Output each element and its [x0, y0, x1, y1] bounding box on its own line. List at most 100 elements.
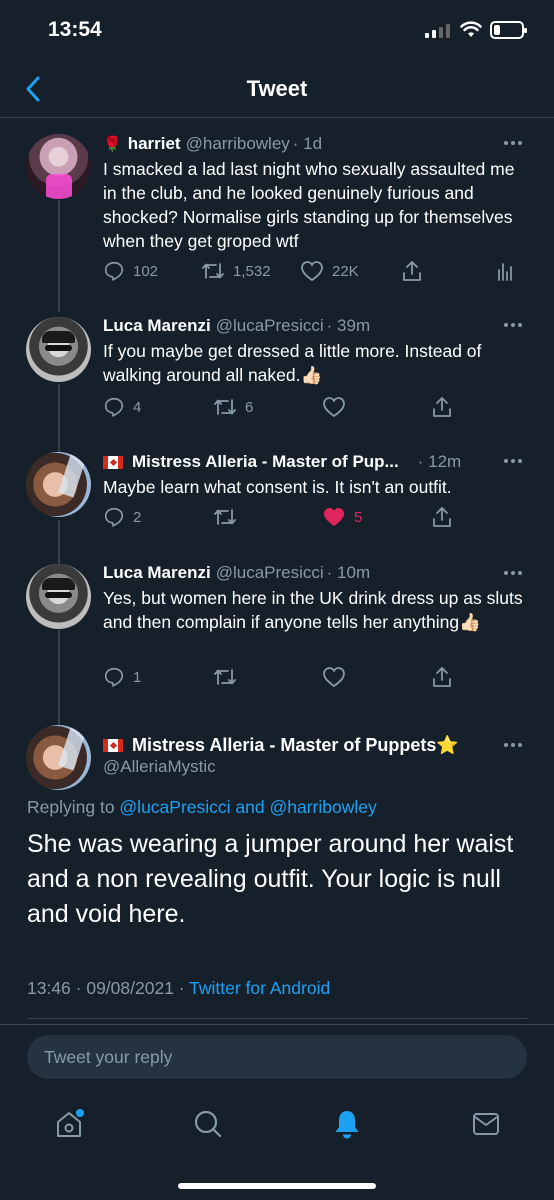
more-options-button[interactable]	[504, 740, 524, 750]
notifications-icon	[335, 1111, 359, 1139]
more-options-button[interactable]	[504, 568, 524, 578]
battery-icon	[490, 21, 527, 39]
like-button[interactable]: 5	[322, 506, 362, 528]
share-button[interactable]	[401, 260, 423, 282]
author-name[interactable]: Luca Marenzi	[103, 316, 211, 336]
tweet-text: Maybe learn what consent is. It isn't an…	[103, 477, 452, 497]
tweet-time: · 1d	[292, 134, 323, 153]
share-button[interactable]	[431, 506, 453, 528]
replying-and: and	[230, 797, 270, 817]
analytics-icon	[498, 263, 512, 281]
tweet-client-link[interactable]: Twitter for Android	[189, 978, 330, 998]
reply-count: 2	[133, 508, 142, 526]
reply-icon	[104, 667, 124, 687]
tweet-text: Yes, but women here in the UK drink dres…	[103, 588, 523, 632]
tweet-time: · 39m	[326, 316, 371, 335]
author-handle[interactable]: @AlleriaMystic	[103, 757, 216, 777]
status-bar: 13:54	[0, 0, 554, 62]
like-count: 5	[354, 508, 363, 526]
author-name[interactable]: harriet	[128, 134, 181, 154]
author-name[interactable]: Mistress Alleria - Master of Puppets⭐	[132, 735, 459, 756]
mention-harriet[interactable]: @harribowley	[270, 797, 377, 817]
tweet-text: If you maybe get dressed a little more. …	[103, 341, 482, 385]
wifi-icon	[460, 21, 482, 37]
home-indicator	[178, 1183, 376, 1189]
share-button[interactable]	[431, 396, 453, 418]
author-name[interactable]: Luca Marenzi	[103, 563, 211, 583]
retweet-count: 1,532	[233, 262, 271, 280]
tweet-timestamp: 13:46 · 09/08/2021 ·	[27, 978, 190, 998]
reply-count: 1	[133, 668, 142, 686]
reply-composer	[0, 1024, 554, 1090]
avatar[interactable]	[26, 725, 91, 790]
author-name[interactable]: Mistress Alleria - Master of Pup...	[132, 452, 399, 472]
tweet-text: I smacked a lad last night who sexually …	[103, 159, 515, 251]
heart-filled-icon	[324, 508, 344, 526]
rose-emoji: 🌹	[103, 136, 122, 153]
retweet-button[interactable]	[213, 506, 237, 528]
avatar[interactable]	[26, 317, 91, 382]
heart-icon	[323, 397, 345, 418]
reply-button[interactable]: 4	[103, 396, 141, 418]
focus-tweet-text: She was wearing a jumper around her wais…	[27, 830, 514, 928]
share-icon	[433, 667, 451, 687]
thread-line	[58, 630, 60, 726]
canada-flag-icon	[103, 738, 123, 752]
heart-icon	[301, 261, 323, 282]
avatar[interactable]	[26, 134, 91, 199]
retweet-icon	[214, 669, 236, 685]
retweet-icon	[214, 399, 236, 415]
thread-line	[58, 200, 60, 312]
reply-button[interactable]: 102	[103, 260, 158, 282]
canada-flag-icon	[103, 455, 123, 469]
reply-count: 102	[133, 262, 159, 280]
tab-home[interactable]	[49, 1104, 89, 1144]
divider	[27, 1018, 527, 1019]
replying-prefix: Replying to	[27, 797, 120, 817]
share-icon	[403, 261, 421, 281]
avatar[interactable]	[26, 564, 91, 629]
author-handle[interactable]: @harribowley	[186, 134, 290, 154]
like-button[interactable]: 22K	[300, 260, 359, 282]
tweet-meta: 13:46 · 09/08/2021 · Twitter for Android	[27, 978, 330, 999]
tab-search[interactable]	[188, 1104, 228, 1144]
more-options-button[interactable]	[504, 138, 524, 148]
like-button[interactable]	[322, 666, 346, 688]
reply-icon	[104, 261, 124, 281]
search-icon	[194, 1110, 222, 1138]
analytics-button[interactable]	[497, 260, 513, 282]
thread-line	[58, 520, 60, 564]
retweet-count: 6	[245, 398, 254, 416]
reply-button[interactable]: 1	[103, 666, 141, 688]
header: Tweet	[0, 62, 554, 118]
share-icon	[433, 397, 451, 417]
avatar[interactable]	[26, 452, 91, 517]
reply-icon	[104, 397, 124, 417]
tab-messages[interactable]	[466, 1104, 506, 1144]
share-button[interactable]	[431, 666, 453, 688]
messages-icon	[473, 1113, 499, 1135]
retweet-button[interactable]: 6	[213, 396, 253, 418]
like-count: 22K	[332, 262, 359, 280]
heart-icon	[323, 667, 345, 688]
more-options-button[interactable]	[504, 320, 524, 330]
signal-icon	[425, 22, 450, 38]
home-icon	[57, 1109, 84, 1137]
author-handle[interactable]: @lucaPresicci	[216, 316, 324, 336]
reply-input[interactable]	[27, 1035, 527, 1079]
more-options-button[interactable]	[504, 456, 524, 466]
tweet-time: · 12m	[417, 452, 462, 471]
author-handle[interactable]: @lucaPresicci	[216, 563, 324, 583]
retweet-button[interactable]	[213, 666, 237, 688]
replying-to: Replying to @lucaPresicci and @harribowl…	[27, 797, 377, 818]
thread-line	[58, 384, 60, 452]
retweet-icon	[214, 509, 236, 525]
reply-button[interactable]: 2	[103, 506, 141, 528]
mention-luca[interactable]: @lucaPresicci	[119, 797, 230, 817]
tab-notifications[interactable]	[327, 1104, 367, 1144]
reply-icon	[104, 507, 124, 527]
status-time: 13:54	[48, 18, 102, 41]
like-button[interactable]	[322, 396, 354, 418]
retweet-icon	[202, 263, 224, 279]
retweet-button[interactable]: 1,532	[201, 260, 271, 282]
